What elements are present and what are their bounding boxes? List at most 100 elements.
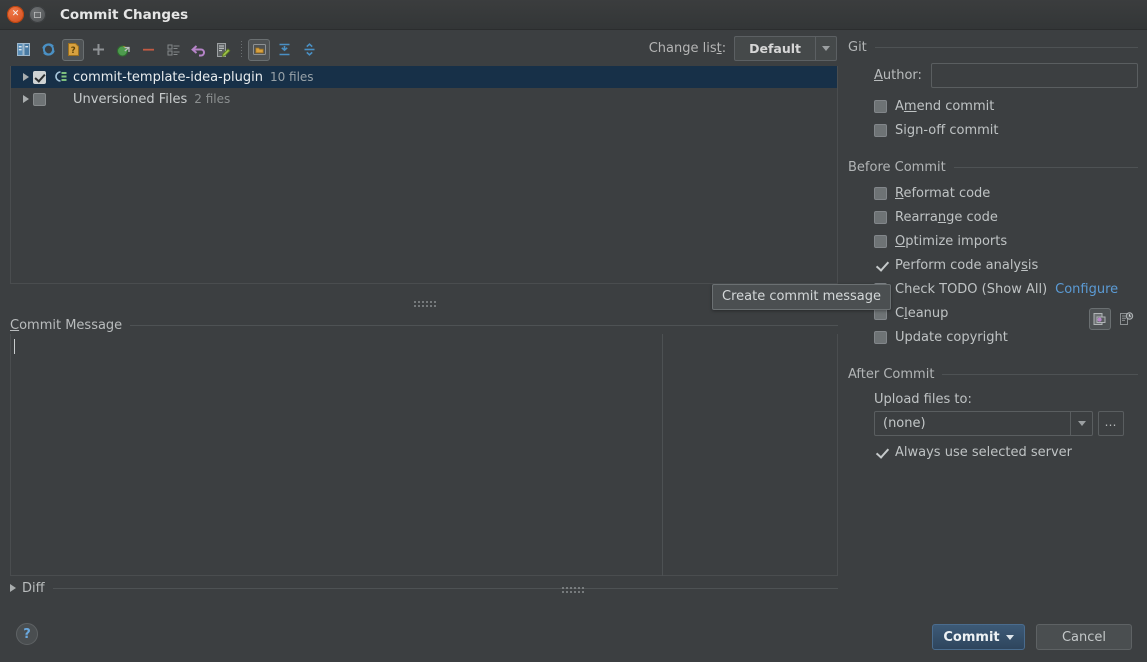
close-icon[interactable]: ✕ <box>7 6 24 23</box>
checkbox-box <box>874 123 887 137</box>
commit-message-label: Commit Message <box>10 317 123 333</box>
checkbox-box <box>874 259 887 272</box>
checkbox-label: Rearrange code <box>895 209 998 225</box>
checkbox-box <box>874 186 887 200</box>
checkbox-label: Cleanup <box>895 305 949 321</box>
tree-item-count: 10 files <box>269 70 314 84</box>
diff-label: Diff <box>22 580 45 596</box>
expand-all-icon[interactable] <box>273 39 295 61</box>
window-title: Commit Changes <box>60 6 189 23</box>
section-rule <box>942 374 1138 375</box>
table-row[interactable]: Unversioned Files 2 files <box>11 88 837 110</box>
configure-todo-link[interactable]: Configure <box>1055 282 1118 297</box>
checkbox-label: Optimize imports <box>895 233 1008 249</box>
perform-code-analysis-checkbox[interactable]: Perform code analysis <box>848 253 1138 277</box>
checkbox-box <box>874 234 887 248</box>
tree-item-label: commit-template-idea-plugin <box>73 69 263 85</box>
changelist-icon <box>52 70 68 84</box>
diff-section-header[interactable]: Diff <box>10 580 838 596</box>
browse-servers-button[interactable]: … <box>1098 411 1124 436</box>
delete-icon[interactable] <box>137 39 159 61</box>
show-diff-icon[interactable] <box>12 39 34 61</box>
section-rule <box>874 47 1138 48</box>
sign-off-commit-checkbox[interactable]: Sign-off commit <box>848 118 1138 142</box>
commit-message-input[interactable] <box>10 334 838 576</box>
vertical-splitter-handle[interactable] <box>561 586 585 593</box>
commit-button-label: Commit <box>943 629 1000 645</box>
toolbar-separator <box>241 40 242 59</box>
chevron-down-icon[interactable] <box>1070 412 1092 435</box>
git-section-header: Git <box>848 40 1138 55</box>
changelist-value: Default <box>749 41 801 56</box>
checkbox-label: Reformat code <box>895 185 991 201</box>
checkbox-box <box>874 99 887 113</box>
table-row[interactable]: commit-template-idea-plugin 10 files <box>11 66 837 88</box>
section-rule <box>52 587 838 589</box>
section-rule <box>130 324 838 326</box>
tooltip: Create commit message <box>712 284 892 310</box>
help-button[interactable]: ? <box>16 623 38 645</box>
checkbox-label: Sign-off commit <box>895 122 999 138</box>
commit-changes-dialog: ✕ □ Commit Changes ? Change list: Defaul… <box>0 0 1147 662</box>
author-row: Author: <box>848 63 1138 88</box>
reformat-code-checkbox[interactable]: Reformat code <box>848 181 1138 205</box>
cancel-button[interactable]: Cancel <box>1036 624 1132 650</box>
checkbox-box <box>874 446 887 459</box>
checkbox-box <box>874 210 887 224</box>
rollback-icon[interactable] <box>187 39 209 61</box>
checkbox-label: Amend commit <box>895 98 995 114</box>
checkbox-label: Always use selected server <box>895 444 1073 460</box>
after-commit-section-header: After Commit <box>848 367 1138 382</box>
edit-source-icon[interactable] <box>212 39 234 61</box>
svg-text:?: ? <box>70 46 75 56</box>
changelist-combobox[interactable]: Default <box>734 36 837 61</box>
maximize-icon[interactable]: □ <box>29 6 46 23</box>
tree-item-label: Unversioned Files <box>73 91 188 107</box>
add-icon[interactable] <box>87 39 109 61</box>
section-title: Before Commit <box>848 160 946 175</box>
optimize-imports-checkbox[interactable]: Optimize imports <box>848 229 1138 253</box>
chevron-down-icon[interactable] <box>1005 634 1014 640</box>
collapse-all-icon[interactable] <box>298 39 320 61</box>
before-commit-section-header: Before Commit <box>848 160 1138 175</box>
group-by-directory-icon[interactable] <box>248 38 270 61</box>
move-to-changelist-icon[interactable] <box>112 39 134 61</box>
changelist-label: Change list: <box>648 41 727 56</box>
tree-item-count: 2 files <box>194 92 231 106</box>
maximize-glyph: □ <box>33 9 42 19</box>
checkbox-label: Perform code analysis <box>895 257 1039 273</box>
row-checkbox[interactable] <box>33 70 46 84</box>
cleanup-checkbox[interactable]: Cleanup <box>848 301 1138 325</box>
group-by-icon[interactable] <box>162 39 184 61</box>
right-margin-guide <box>662 334 663 576</box>
rearrange-code-checkbox[interactable]: Rearrange code <box>848 205 1138 229</box>
chevron-down-icon[interactable] <box>815 37 836 60</box>
author-label: Author: <box>874 68 922 83</box>
check-todo-checkbox[interactable]: Check TODO (Show All) Configure <box>848 277 1138 301</box>
triangle-right-icon[interactable] <box>10 584 16 592</box>
amend-commit-checkbox[interactable]: Amend commit <box>848 94 1138 118</box>
triangle-right-icon[interactable] <box>19 73 33 81</box>
section-rule <box>953 167 1138 168</box>
checkbox-label: Update copyright <box>895 329 1008 345</box>
changes-tree[interactable]: commit-template-idea-plugin 10 files Unv… <box>10 66 838 284</box>
horizontal-splitter-handle[interactable] <box>413 300 437 307</box>
commit-message-header: Commit Message <box>10 316 838 334</box>
update-copyright-checkbox[interactable]: Update copyright <box>848 325 1138 349</box>
triangle-right-icon[interactable] <box>19 95 33 103</box>
title-bar: ✕ □ Commit Changes <box>0 0 1147 30</box>
upload-files-to-label: Upload files to: <box>874 392 972 407</box>
show-unversioned-icon[interactable]: ? <box>62 38 84 61</box>
commit-button[interactable]: Commit <box>932 624 1025 650</box>
always-use-selected-server-checkbox[interactable]: Always use selected server <box>848 440 1138 464</box>
refresh-icon[interactable] <box>37 39 59 61</box>
close-glyph: ✕ <box>11 9 20 19</box>
upload-server-value: (none) <box>883 416 926 431</box>
row-checkbox[interactable] <box>33 92 46 106</box>
section-title: Git <box>848 40 867 55</box>
checkbox-label: Check TODO (Show All) <box>895 281 1048 297</box>
author-field[interactable] <box>930 63 1138 88</box>
text-caret <box>14 339 15 354</box>
upload-server-combobox[interactable]: (none) <box>874 411 1093 436</box>
changelist-selector: Change list: Default <box>649 36 837 61</box>
